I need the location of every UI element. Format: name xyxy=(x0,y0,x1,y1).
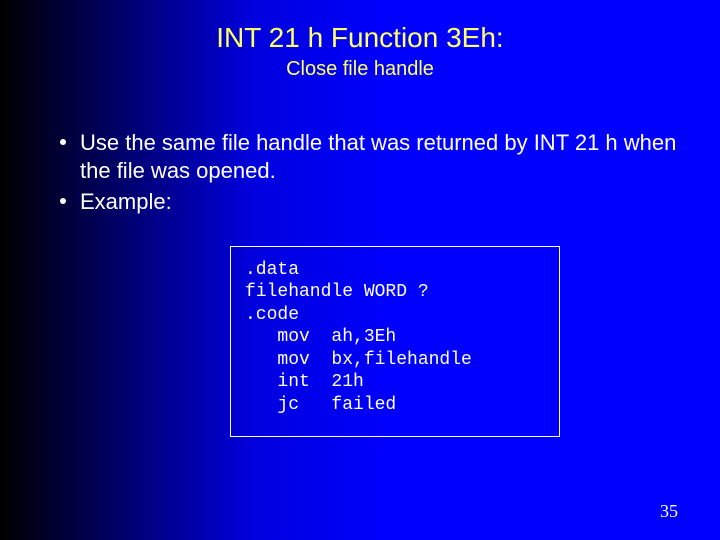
bullet-dot-icon xyxy=(60,139,66,145)
bullet-item: Example: xyxy=(60,188,680,216)
slide-subtitle: Close file handle xyxy=(0,58,720,81)
bullet-dot-icon xyxy=(60,198,66,204)
page-number: 35 xyxy=(660,501,678,522)
slide-body: Use the same file handle that was return… xyxy=(0,129,720,437)
slide: INT 21 h Function 3Eh: Close file handle… xyxy=(0,0,720,540)
slide-title: INT 21 h Function 3Eh: xyxy=(0,0,720,54)
bullet-text: Example: xyxy=(80,188,680,216)
bullet-text: Use the same file handle that was return… xyxy=(80,129,680,184)
code-block: .data filehandle WORD ? .code mov ah,3Eh… xyxy=(230,246,560,438)
bullet-item: Use the same file handle that was return… xyxy=(60,129,680,184)
